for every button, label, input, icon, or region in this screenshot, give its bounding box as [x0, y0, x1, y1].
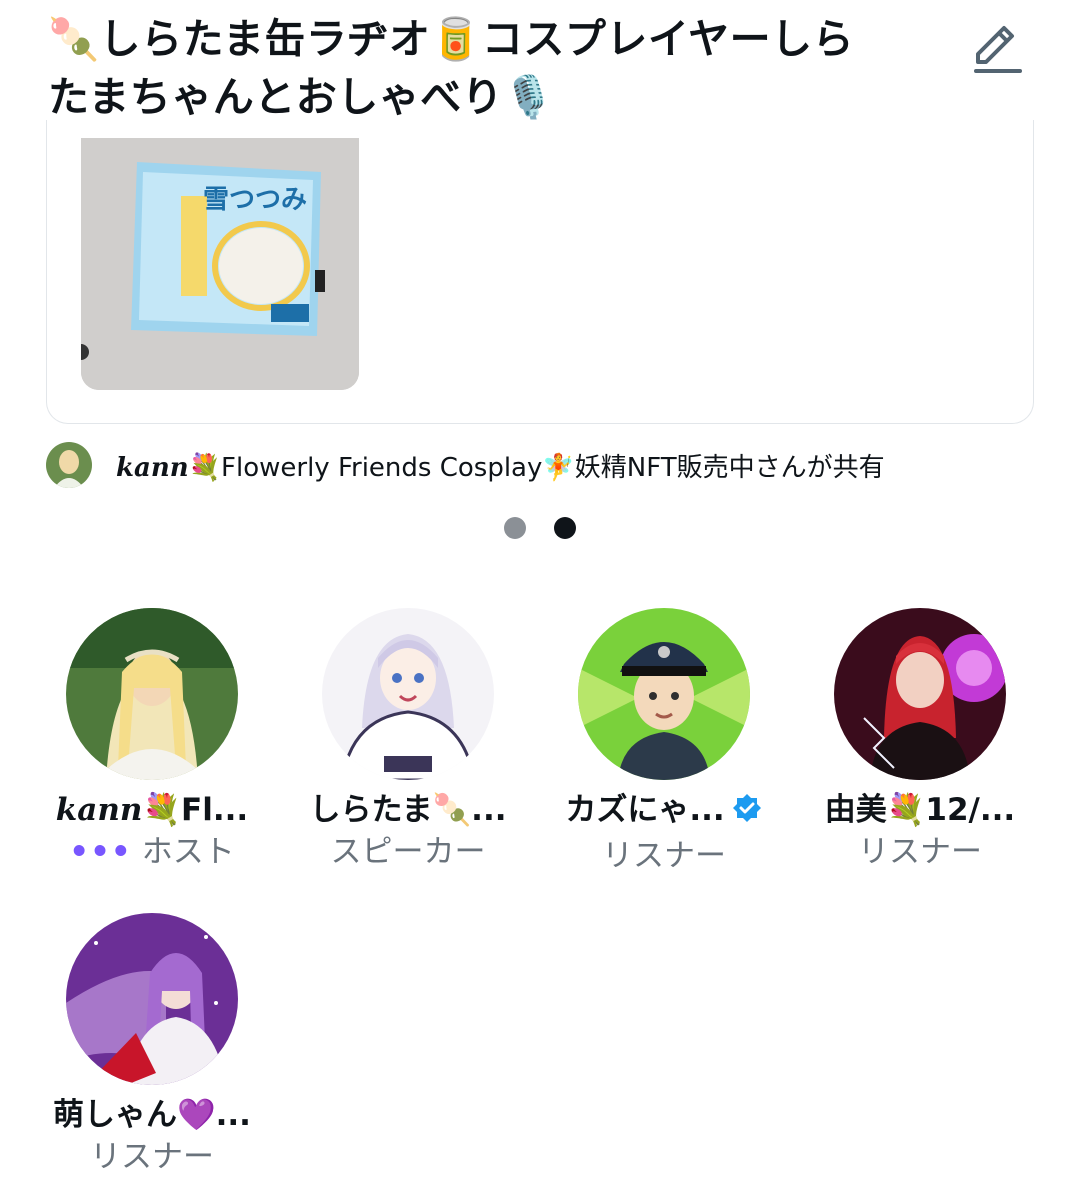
participant-name-prefix: kann — [55, 792, 143, 828]
participant-listener[interactable]: 萌しゃん💜... リスナー — [32, 913, 272, 1177]
participant-name: 由美💐12/... — [824, 792, 1016, 828]
shared-by-row[interactable]: kann💐Flowerly Friends Cosplay🧚妖精NFT販売中さん… — [46, 440, 1026, 490]
participant-role: リスナー — [90, 1139, 214, 1175]
participant-name: kann💐Fl... — [32, 790, 272, 830]
sharer-rest: 💐Flowerly Friends Cosplay🧚妖精NFT販売中さんが共有 — [188, 452, 885, 483]
carousel-pager — [504, 517, 576, 539]
space-title: 🍡しらたま缶ラヂオ🥫コスプレイヤーしら たまちゃんとおしゃべり🎙️ — [48, 10, 968, 126]
host-indicator-icon: ••• — [69, 834, 132, 870]
participant-name-rest: 💐Fl... — [142, 792, 249, 828]
participant-listener[interactable]: 由美💐12/... リスナー — [800, 608, 1040, 872]
product-photo: 雪つつみ — [81, 138, 359, 390]
edit-title-button[interactable] — [966, 16, 1030, 80]
avatar[interactable] — [66, 608, 238, 780]
shared-post-image[interactable]: 雪つつみ — [81, 138, 359, 390]
pencil-edit-icon — [974, 26, 1022, 73]
role-label: ホスト — [141, 834, 235, 870]
avatar[interactable] — [578, 608, 750, 780]
verified-badge-icon — [731, 792, 763, 834]
space-title-line-2: たまちゃんとおしゃべり🎙️ — [48, 73, 555, 121]
participant-role: ••• ホスト — [32, 832, 272, 872]
participant-role: リスナー — [602, 838, 726, 874]
participant-name: 萌しゃん💜... — [53, 1097, 251, 1133]
participant-name: カズにゃ... — [544, 790, 784, 834]
pager-dot-1[interactable] — [504, 517, 526, 539]
sharer-name: kann — [116, 452, 189, 483]
shared-post-card[interactable]: 雪つつみ — [46, 120, 1034, 424]
participant-role: リスナー — [858, 834, 982, 870]
avatar[interactable] — [322, 608, 494, 780]
shared-by-text: kann💐Flowerly Friends Cosplay🧚妖精NFT販売中さん… — [116, 447, 885, 484]
participant-name: しらたま🍡... — [309, 792, 507, 828]
participant-name-text: カズにゃ... — [565, 792, 725, 828]
participant-host[interactable]: kann💐Fl... ••• ホスト — [32, 608, 272, 872]
participant-listener[interactable]: カズにゃ... リスナー — [544, 608, 784, 876]
package-label: 雪つつみ — [203, 185, 307, 215]
participant-role: スピーカー — [330, 834, 486, 870]
avatar[interactable] — [834, 608, 1006, 780]
pager-dot-2[interactable] — [554, 517, 576, 539]
space-title-line-1: 🍡しらたま缶ラヂオ🥫コスプレイヤーしら — [48, 15, 855, 63]
participant-speaker[interactable]: しらたま🍡... スピーカー — [288, 608, 528, 872]
space-screen: 🍡しらたま缶ラヂオ🥫コスプレイヤーしら たまちゃんとおしゃべり🎙️ 雪つつみ k… — [0, 0, 1080, 1200]
sharer-avatar[interactable] — [46, 442, 92, 488]
avatar[interactable] — [66, 913, 238, 1085]
